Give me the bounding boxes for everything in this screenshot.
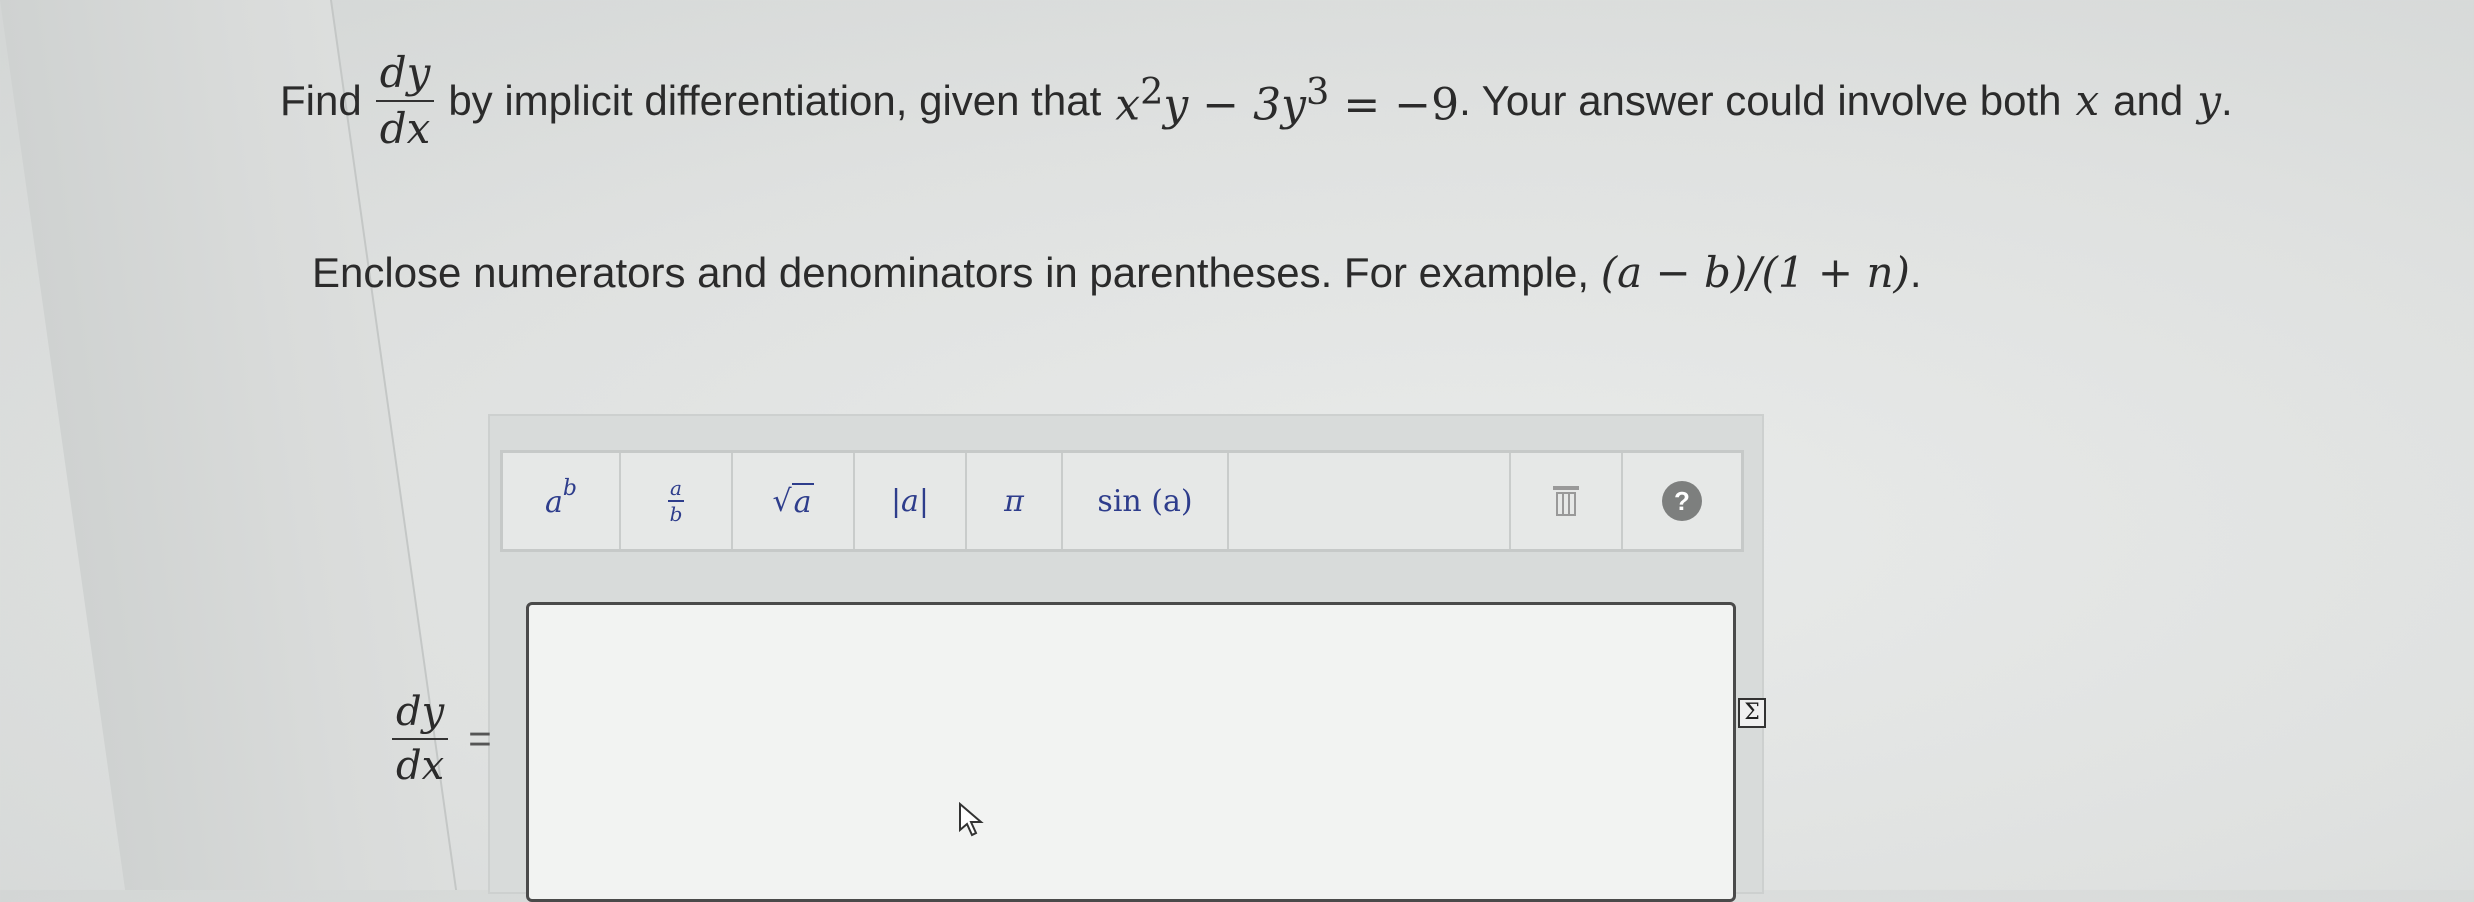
answer-denominator: dx [396, 743, 445, 789]
pi-button[interactable]: π [967, 453, 1063, 549]
instruction-text: Enclose numerators and denominators in p… [312, 248, 1922, 297]
help-button[interactable]: ? [1623, 453, 1741, 549]
power-base: a [545, 485, 563, 520]
and-word: and [2113, 76, 2184, 124]
question-text: Find dy dx by implicit differentiation, … [280, 52, 2420, 150]
sqrt-icon: √ [772, 483, 792, 519]
dy-dx-fraction: dy dx [375, 52, 435, 153]
eq-exp2: 2 [1140, 70, 1164, 114]
instruction-example: (a − b)/(1 + n) [1600, 248, 1910, 297]
fraction-numerator: dy [375, 52, 435, 102]
eq-exp3: 3 [1306, 70, 1330, 114]
help-icon: ? [1662, 481, 1702, 521]
var-y: y [2197, 75, 2221, 125]
var-x: x [2075, 75, 2100, 125]
question-middle: by implicit differentiation, given that [448, 76, 1102, 124]
answer-label: dy dx = [392, 692, 492, 786]
given-equation: x2y − 3y3 = −9 [1115, 69, 1459, 133]
answer-equals: = [468, 716, 492, 761]
eq-minus: − [1202, 79, 1240, 131]
mouse-cursor-icon [959, 802, 984, 837]
fraction-button[interactable]: a b [621, 453, 733, 549]
answer-input[interactable] [526, 602, 1736, 902]
answer-fraction: dy dx [392, 692, 449, 789]
math-toolbar: ab a b √ a |a| π sin (a) ? [500, 450, 1744, 552]
eq-3y: 3y [1253, 79, 1306, 131]
fraction-btn-den: b [669, 502, 683, 526]
pi-label: π [1004, 483, 1024, 519]
find-word: Find [280, 76, 362, 124]
clear-button[interactable] [1511, 453, 1623, 549]
instruction-period: . [1909, 249, 1922, 296]
fraction-denominator: dx [379, 104, 431, 153]
eq-x: x [1115, 79, 1141, 131]
instruction-sentence: Enclose numerators and denominators in p… [312, 249, 1590, 296]
answer-numerator: dy [392, 692, 449, 740]
abs-label: |a| [890, 483, 930, 519]
equation-editor-icon[interactable]: Σ [1738, 698, 1766, 728]
eq-y: y [1163, 79, 1189, 131]
power-exp: b [562, 476, 577, 501]
sqrt-button[interactable]: √ a [733, 453, 855, 549]
power-button[interactable]: ab [503, 453, 621, 549]
question-period: . [2220, 76, 2233, 124]
sin-button[interactable]: sin (a) [1063, 453, 1229, 549]
sin-label: sin (a) [1097, 483, 1193, 519]
fraction-btn-num: a [668, 476, 684, 502]
toolbar-spacer [1229, 453, 1511, 549]
eq-rhs: −9 [1394, 79, 1460, 131]
sqrt-arg: a [791, 482, 814, 520]
question-tail: . Your answer could involve both [1459, 76, 2062, 124]
trash-icon [1553, 486, 1579, 516]
abs-button[interactable]: |a| [855, 453, 967, 549]
eq-equals: = [1343, 79, 1381, 131]
